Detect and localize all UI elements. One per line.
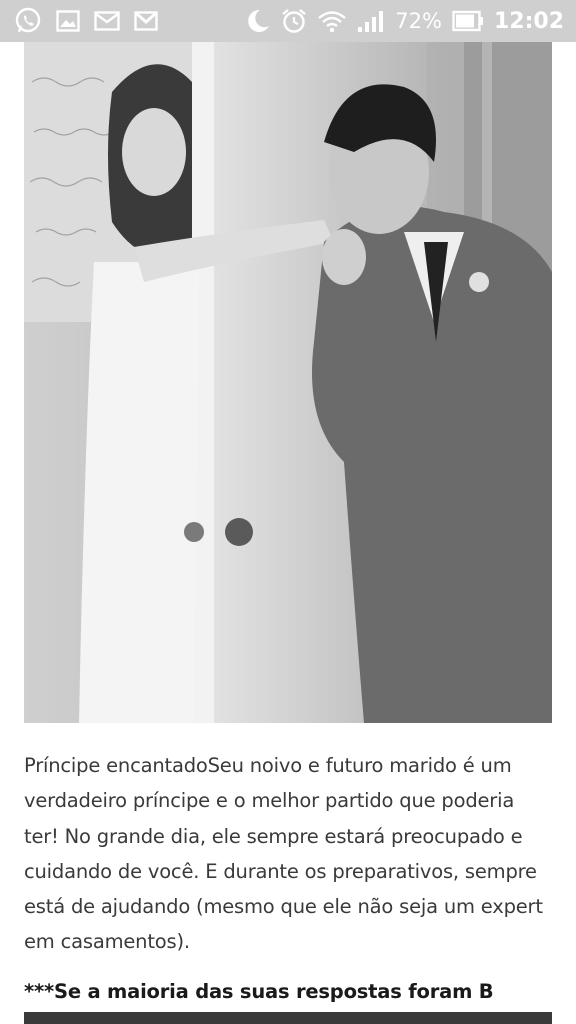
notification-icons (0, 7, 158, 35)
email-icon (94, 11, 120, 31)
signal-icon (357, 9, 385, 33)
article-body-text: Príncipe encantadoSeu noivo e futuro mar… (24, 754, 543, 954)
alarm-icon (281, 8, 307, 34)
wifi-icon (317, 9, 347, 33)
do-not-disturb-moon-icon (245, 8, 271, 34)
battery-icon (452, 10, 484, 32)
whatsapp-icon (14, 7, 42, 35)
battery-percent: 72% (395, 9, 442, 33)
gallery-icon (56, 10, 80, 32)
status-bar: 72% 12:02 (0, 0, 576, 42)
gmail-icon (134, 11, 158, 31)
next-article-photo (24, 1012, 552, 1024)
clock: 12:02 (493, 8, 564, 34)
section-heading: ***Se a maioria das suas respostas foram… (24, 980, 494, 1003)
system-tray: 72% 12:02 (245, 0, 564, 42)
article-photo (24, 42, 552, 723)
